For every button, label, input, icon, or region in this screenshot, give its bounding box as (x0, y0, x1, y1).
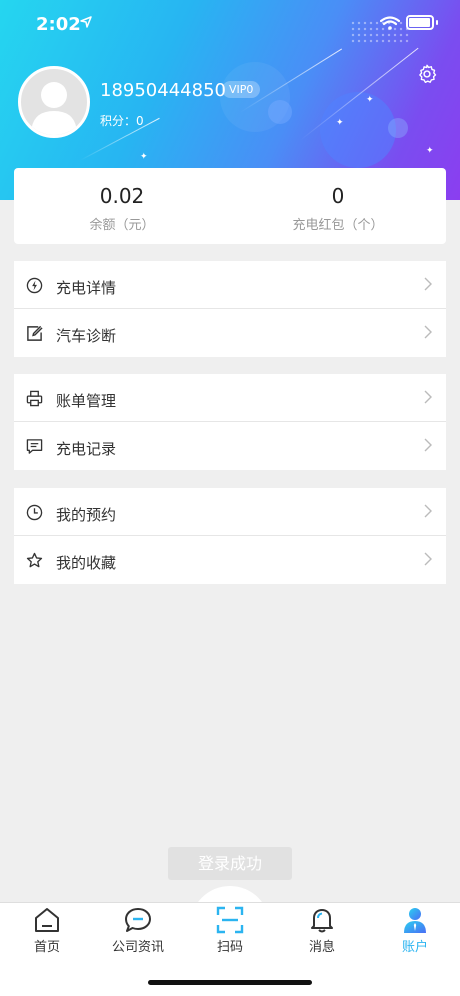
tab-account[interactable]: 账户 (380, 906, 450, 955)
menu-group-charging: 充电详情 汽车诊断 (14, 261, 446, 357)
redpacket-value: 0 (331, 184, 345, 208)
default-avatar-icon (31, 82, 77, 135)
tab-label: 消息 (308, 940, 335, 955)
status-time: 2:02 (36, 14, 81, 35)
chat-icon (125, 908, 151, 932)
decor-star: ✦ (140, 152, 148, 162)
user-icon (404, 908, 426, 933)
decor-star: ✦ (336, 118, 344, 128)
chevron-right-icon (424, 277, 432, 291)
tab-label: 公司资讯 (111, 940, 164, 955)
chevron-right-icon (424, 438, 432, 452)
tab-label: 扫码 (216, 940, 243, 955)
menu-group-billing: 账单管理 充电记录 (14, 374, 446, 470)
tab-company-news[interactable]: 公司资讯 (103, 906, 173, 955)
redpacket-label: 充电红包（个） (292, 218, 384, 233)
edit-icon (27, 325, 43, 341)
star-icon (26, 552, 43, 568)
tab-label: 首页 (33, 940, 60, 955)
avatar[interactable] (18, 66, 90, 138)
redpacket-count[interactable]: 0 充电红包（个） (230, 184, 446, 233)
menu-item-label: 充电详情 (56, 279, 117, 297)
menu-item-my-reservations[interactable]: 我的预约 (14, 488, 446, 536)
login-success-toast: 登录成功 (168, 847, 292, 880)
menu-item-label: 账单管理 (56, 392, 117, 410)
printer-icon (26, 390, 43, 407)
chevron-right-icon (424, 325, 432, 339)
points-line: 积分：0 (100, 112, 144, 129)
chevron-right-icon (424, 504, 432, 518)
tab-messages[interactable]: 消息 (287, 906, 357, 955)
scan-icon (216, 906, 244, 934)
decor-bubble (320, 92, 396, 168)
bell-icon (311, 909, 333, 933)
points-label: 积分： (100, 114, 137, 128)
user-phone: 18950444850 (100, 80, 226, 101)
clock-icon (26, 504, 43, 521)
wifi-icon (380, 16, 400, 30)
balance-value: 0.02 (99, 184, 145, 208)
chevron-right-icon (424, 552, 432, 566)
balance-amount[interactable]: 0.02 余额（元） (14, 184, 230, 233)
menu-item-label: 我的收藏 (56, 554, 117, 572)
location-arrow-icon (80, 16, 92, 28)
menu-item-charge-records[interactable]: 充电记录 (14, 422, 446, 470)
tab-home[interactable]: 首页 (12, 906, 82, 955)
menu-item-label: 充电记录 (56, 440, 117, 458)
status-bar: 2:02 (0, 0, 460, 48)
vip-badge: VIP0 (222, 81, 261, 98)
menu-item-my-favorites[interactable]: 我的收藏 (14, 536, 446, 584)
tab-scan[interactable]: 扫码 (195, 906, 265, 955)
points-value: 0 (136, 114, 144, 128)
menu-item-bill-management[interactable]: 账单管理 (14, 374, 446, 422)
balance-label: 余额（元） (89, 218, 155, 233)
tab-label: 账户 (401, 940, 428, 955)
gear-icon[interactable] (416, 63, 438, 85)
battery-tip (436, 20, 438, 25)
message-icon (26, 439, 43, 454)
menu-item-label: 我的预约 (56, 506, 117, 524)
menu-item-car-diagnosis[interactable]: 汽车诊断 (14, 309, 446, 357)
lightning-icon (26, 277, 43, 294)
decor-star: ✦ (366, 95, 374, 105)
home-indicator (148, 980, 312, 985)
chevron-right-icon (424, 390, 432, 404)
menu-item-label: 汽车诊断 (56, 327, 117, 345)
balance-card: 0.02 余额（元） 0 充电红包（个） (14, 168, 446, 244)
decor-bubble (388, 118, 408, 138)
menu-item-charge-details[interactable]: 充电详情 (14, 261, 446, 309)
battery-icon (406, 15, 434, 30)
decor-bubble (268, 100, 292, 124)
decor-star: ✦ (426, 146, 434, 156)
menu-group-personal: 我的预约 我的收藏 (14, 488, 446, 584)
home-icon (35, 908, 59, 932)
